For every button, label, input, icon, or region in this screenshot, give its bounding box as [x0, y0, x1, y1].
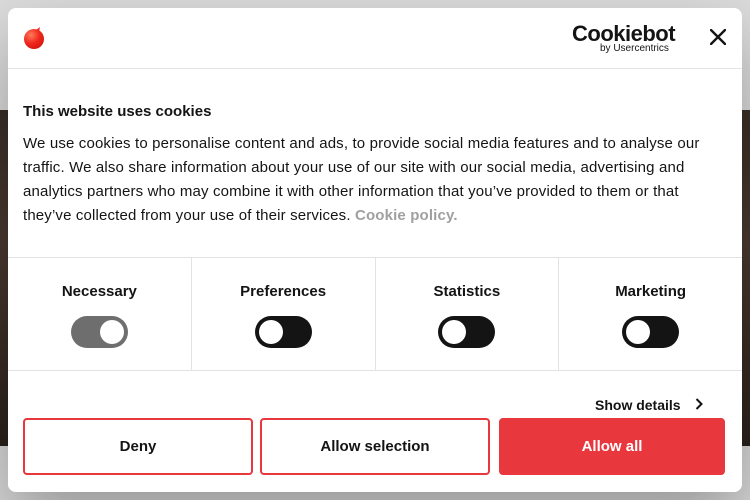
category-label: Preferences	[240, 283, 327, 300]
cookie-policy-link[interactable]: Cookie policy.	[355, 207, 458, 224]
allow-all-button[interactable]: Allow all	[499, 418, 725, 475]
category-necessary: Necessary	[8, 258, 192, 370]
close-button[interactable]	[706, 27, 730, 51]
toggle-knob	[258, 320, 283, 344]
show-details-label: Show details	[595, 397, 681, 413]
category-preferences: Preferences	[192, 258, 376, 370]
necessary-toggle[interactable]	[70, 316, 128, 348]
dialog-body: This website uses cookies We use cookies…	[8, 69, 742, 257]
dialog-description: We use cookies to personalise content an…	[23, 132, 727, 228]
cookie-consent-dialog: Cookiebot by Usercentrics This website u…	[8, 8, 742, 492]
toggle-knob	[99, 320, 124, 344]
deny-button[interactable]: Deny	[23, 418, 253, 475]
category-label: Marketing	[615, 283, 687, 300]
cookiebot-logo[interactable]: Cookiebot by Usercentrics	[572, 22, 678, 54]
dialog-header: Cookiebot by Usercentrics	[8, 8, 742, 69]
marketing-toggle[interactable]	[622, 316, 680, 348]
preferences-toggle[interactable]	[254, 316, 312, 348]
close-icon	[709, 28, 727, 50]
toggle-knob	[626, 320, 651, 344]
chevron-right-icon	[695, 397, 703, 413]
statistics-toggle[interactable]	[438, 316, 496, 348]
toggle-knob	[442, 320, 467, 344]
details-row: Show details	[8, 371, 742, 419]
allow-selection-button[interactable]: Allow selection	[260, 418, 490, 475]
category-marketing: Marketing	[559, 258, 742, 370]
category-statistics: Statistics	[376, 258, 560, 370]
dialog-footer: Deny Allow selection Allow all	[8, 416, 742, 492]
category-label: Statistics	[433, 283, 501, 300]
consent-categories: Necessary Preferences Statistics Marketi…	[8, 257, 742, 371]
brand-logo-icon	[23, 27, 45, 49]
category-label: Necessary	[61, 283, 137, 300]
dialog-title: This website uses cookies	[23, 103, 212, 120]
show-details-link[interactable]: Show details	[595, 397, 703, 413]
cookiebot-byline: by Usercentrics	[600, 43, 669, 54]
